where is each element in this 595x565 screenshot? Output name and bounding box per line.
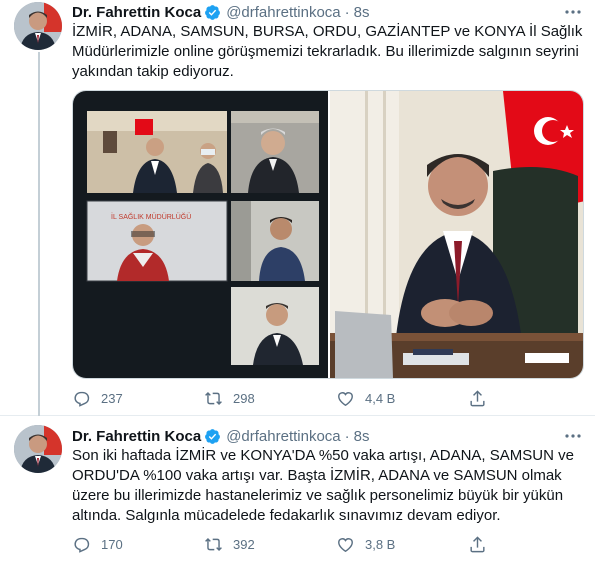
video-call-caption: İL SAĞLIK MÜDÜRLÜĞÜ xyxy=(111,212,191,221)
tweet-actions: 237 298 4,4 B xyxy=(72,387,522,409)
like-count: 3,8 B xyxy=(365,536,396,552)
reply-count: 170 xyxy=(101,536,123,552)
tweet-text: Son iki haftada İZMİR ve KONYA'DA %50 va… xyxy=(72,447,574,524)
like-button[interactable]: 4,4 B xyxy=(336,387,468,409)
retweet-icon xyxy=(205,391,222,405)
retweet-count: 392 xyxy=(233,536,255,552)
retweet-button[interactable]: 298 xyxy=(204,387,336,409)
reply-button[interactable]: 170 xyxy=(72,533,204,555)
tweet-header: Dr. Fahrettin Koca @drfahrettinkoca · 8s xyxy=(72,2,370,22)
avatar[interactable] xyxy=(14,2,62,50)
reply-button[interactable]: 237 xyxy=(72,387,204,409)
retweet-icon xyxy=(205,537,222,551)
tweet-header: Dr. Fahrettin Koca @drfahrettinkoca · 8s xyxy=(72,426,370,446)
share-button[interactable] xyxy=(468,533,498,555)
tweet-actions: 170 392 3,8 B xyxy=(72,533,522,555)
more-icon[interactable] xyxy=(563,2,583,22)
verified-badge-icon xyxy=(204,4,221,21)
reply-icon xyxy=(74,391,90,407)
tweet-text: İZMİR, ADANA, SAMSUN, BURSA, ORDU, GAZİA… xyxy=(72,23,583,80)
author-handle[interactable]: @drfahrettinkoca xyxy=(226,4,340,21)
retweet-count: 298 xyxy=(233,390,255,406)
like-icon xyxy=(338,391,353,406)
retweet-button[interactable]: 392 xyxy=(204,533,336,555)
verified-badge-icon xyxy=(204,428,221,445)
share-button[interactable] xyxy=(468,387,498,409)
thread-connector-line xyxy=(38,52,40,416)
separator-dot: · xyxy=(344,3,350,21)
share-icon xyxy=(470,389,485,406)
author-name[interactable]: Dr. Fahrettin Koca xyxy=(72,4,201,21)
share-icon xyxy=(470,535,485,552)
tweet-timestamp[interactable]: 8s xyxy=(354,428,370,445)
tweet-photo[interactable]: İL SAĞLIK MÜDÜRLÜĞÜ xyxy=(72,90,584,379)
tweet-2[interactable]: Dr. Fahrettin Koca @drfahrettinkoca · 8s… xyxy=(0,417,595,565)
tweet-timestamp[interactable]: 8s xyxy=(354,4,370,21)
like-count: 4,4 B xyxy=(365,390,396,406)
tweet-1[interactable]: Dr. Fahrettin Koca @drfahrettinkoca · 8s… xyxy=(0,0,595,416)
author-name[interactable]: Dr. Fahrettin Koca xyxy=(72,428,201,445)
reply-icon xyxy=(74,537,90,553)
like-button[interactable]: 3,8 B xyxy=(336,533,468,555)
separator-dot: · xyxy=(344,427,350,445)
author-handle[interactable]: @drfahrettinkoca xyxy=(226,428,340,445)
more-icon[interactable] xyxy=(563,426,583,446)
avatar[interactable] xyxy=(14,425,62,473)
reply-count: 237 xyxy=(101,390,123,406)
like-icon xyxy=(338,537,353,552)
